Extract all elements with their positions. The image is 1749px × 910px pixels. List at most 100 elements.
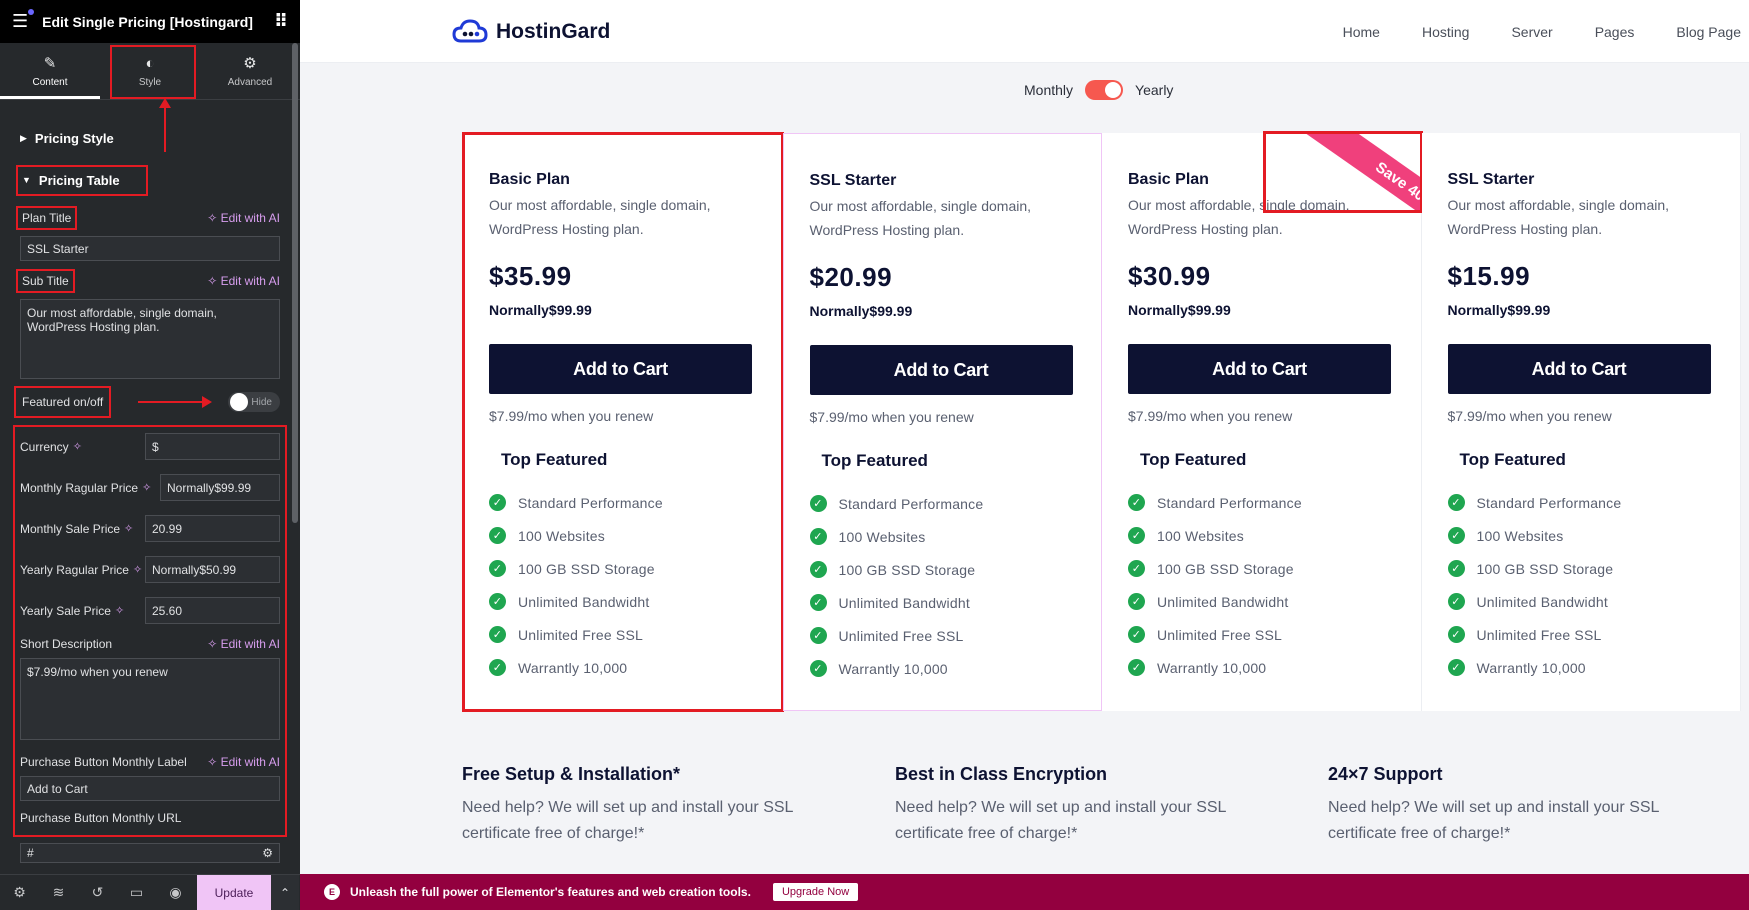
pricing-card[interactable]: SSL Starter Our most affordable, single d… xyxy=(1421,133,1741,711)
currency-input[interactable]: $ xyxy=(145,433,280,460)
monthly-regular-price-row: Monthly Ragular Price ✧ Normally$99.99 xyxy=(20,474,280,501)
responsive-icon[interactable]: ▭ xyxy=(117,884,156,901)
monthly-sale-price-input[interactable]: 20.99 xyxy=(145,515,280,542)
feature-label: 100 Websites xyxy=(518,527,605,544)
feature-item: ✓ 100 Websites xyxy=(1128,519,1395,552)
monthly-regular-price-input[interactable]: Normally$99.99 xyxy=(160,474,280,501)
featured-toggle[interactable]: Hide xyxy=(227,392,280,412)
upgrade-now-button[interactable]: Upgrade Now xyxy=(772,883,859,901)
feature-label: Warrantly 10,000 xyxy=(1476,659,1586,676)
billing-monthly-label: Monthly xyxy=(1024,82,1074,98)
feature-label: 100 Websites xyxy=(1476,527,1564,544)
plan-price: $15.99 xyxy=(1447,261,1531,291)
editor-panel: ☰ Edit Single Pricing [Hostingard] ⠿ ✎ C… xyxy=(0,0,300,910)
edit-with-ai-label: Edit with AI xyxy=(220,637,280,651)
purchase-label-input[interactable]: Add to Cart xyxy=(20,776,280,801)
purchase-label-row: Purchase Button Monthly Label ✧ Edit wit… xyxy=(20,752,280,772)
annotation-arrow-up xyxy=(159,98,171,152)
short-description-row: Short Description ✧ Edit with AI xyxy=(20,634,280,654)
ai-sparkle-icon[interactable]: ✧ xyxy=(115,604,124,617)
check-circle-icon: ✓ xyxy=(1128,494,1145,511)
purchase-url-input[interactable]: # ⚙ xyxy=(20,843,280,863)
ai-sparkle-icon[interactable]: ✧ xyxy=(142,481,151,494)
feature-label: 100 Websites xyxy=(1157,527,1244,544)
nav-item-pages[interactable]: Pages xyxy=(1595,24,1635,40)
tab-advanced[interactable]: ⚙ Advanced xyxy=(200,43,300,99)
feature-item: ✓ 100 GB SSD Storage xyxy=(1128,552,1395,585)
featured-row: Featured on/off Hide xyxy=(14,385,280,419)
check-circle-icon: ✓ xyxy=(809,528,827,545)
feature-label: Unlimited Free SSL xyxy=(1157,626,1282,643)
benefit-title: Best in Class Encryption xyxy=(895,764,1108,784)
edit-with-ai-link[interactable]: ✧ Edit with AI xyxy=(207,211,280,225)
sub-title-textarea[interactable]: Our most affordable, single domain, Word… xyxy=(20,299,280,379)
section-pricing-table-box: ▼ Pricing Table xyxy=(16,164,148,196)
billing-switch[interactable] xyxy=(1085,80,1124,100)
feature-item: ✓ 100 GB SSD Storage xyxy=(489,552,756,585)
feature-label: Unlimited Bandwidht xyxy=(518,593,650,610)
plan-title-control: Plan Title ✧ Edit with AI SSL Starter xyxy=(0,206,300,261)
widgets-grid-icon[interactable]: ⠿ xyxy=(274,11,288,32)
update-button[interactable]: Update xyxy=(197,874,271,910)
link-options-gear-icon[interactable]: ⚙ xyxy=(262,846,273,860)
feature-label: Warrantly 10,000 xyxy=(518,659,628,676)
layers-icon[interactable]: ≋ xyxy=(39,884,78,901)
tab-advanced-label: Advanced xyxy=(227,77,273,88)
main-nav: Home Hosting Server Pages Blog Page xyxy=(1343,24,1741,40)
check-circle-icon: ✓ xyxy=(1128,593,1145,610)
yearly-sale-price-input[interactable]: 25.60 xyxy=(145,597,280,624)
hamburger-menu-icon[interactable]: ☰ xyxy=(12,9,35,32)
nav-item-server[interactable]: Server xyxy=(1511,24,1552,40)
feature-label: Unlimited Free SSL xyxy=(838,627,964,644)
ai-sparkle-icon[interactable]: ✧ xyxy=(73,440,82,453)
chevron-up-icon[interactable]: ⌃ xyxy=(271,874,299,910)
nav-item-home[interactable]: Home xyxy=(1343,24,1380,40)
pricing-card[interactable]: Save 40% Basic Plan Our most affordable, s… xyxy=(1102,131,1423,711)
check-circle-icon: ✓ xyxy=(489,527,506,544)
ai-sparkle-icon[interactable]: ✧ xyxy=(124,522,133,535)
section-pricing-table[interactable]: ▼ Pricing Table xyxy=(0,162,300,198)
add-to-cart-button[interactable]: Add to Cart xyxy=(809,345,1073,395)
tab-content[interactable]: ✎ Content xyxy=(0,43,100,99)
check-circle-icon: ✓ xyxy=(1447,560,1465,577)
billing-yearly-label: Yearly xyxy=(1135,82,1174,98)
edit-with-ai-label: Edit with AI xyxy=(220,211,280,225)
check-circle-icon: ✓ xyxy=(1447,593,1465,610)
purchase-url-control: # ⚙ xyxy=(0,843,300,863)
settings-gear-icon[interactable]: ⚙ xyxy=(0,884,39,901)
purchase-url-value: # xyxy=(27,846,34,860)
tab-style[interactable]: ◐ Style xyxy=(100,43,200,99)
edit-with-ai-link[interactable]: ✧ Edit with AI xyxy=(207,755,280,769)
edit-with-ai-link[interactable]: ✧ Edit with AI xyxy=(207,637,280,651)
feature-item: ✓ Unlimited Free SSL xyxy=(1128,618,1395,651)
editor-header: ☰ Edit Single Pricing [Hostingard] ⠿ xyxy=(0,0,300,43)
history-icon[interactable]: ↺ xyxy=(78,884,117,901)
ai-sparkle-icon[interactable]: ✧ xyxy=(133,563,142,576)
pricing-card[interactable]: Basic Plan Our most affordable, single do… xyxy=(462,132,784,712)
edit-with-ai-label: Edit with AI xyxy=(220,274,280,288)
feature-label: Standard Performance xyxy=(1157,494,1302,511)
monthly-regular-price-label: Monthly Ragular Price xyxy=(20,480,139,495)
yearly-regular-price-input[interactable]: Normally$50.99 xyxy=(145,556,280,583)
feature-item: ✓ Unlimited Free SSL xyxy=(809,619,1076,652)
panel-scrollbar[interactable] xyxy=(292,43,298,523)
renew-note: $7.99/mo when you renew xyxy=(809,409,974,425)
add-to-cart-button[interactable]: Add to Cart xyxy=(1447,344,1711,394)
add-to-cart-button[interactable]: Add to Cart xyxy=(489,344,752,394)
site-logo[interactable]: HostinGard xyxy=(452,19,610,45)
plan-title-input[interactable]: SSL Starter xyxy=(20,236,280,261)
section-pricing-style[interactable]: ▶ Pricing Style xyxy=(0,114,300,162)
edit-with-ai-link[interactable]: ✧ Edit with AI xyxy=(207,274,280,288)
plan-subtitle: Our most affordable, single domain, Word… xyxy=(489,197,711,237)
nav-item-hosting[interactable]: Hosting xyxy=(1422,24,1469,40)
add-to-cart-button[interactable]: Add to Cart xyxy=(1128,344,1391,394)
preview-eye-icon[interactable]: ◉ xyxy=(156,884,195,901)
check-circle-icon: ✓ xyxy=(1128,527,1145,544)
pricing-cards: Basic Plan Our most affordable, single do… xyxy=(462,131,1741,712)
nav-item-blog[interactable]: Blog Page xyxy=(1676,24,1741,40)
feature-item: ✓ Unlimited Bandwidht xyxy=(1128,585,1395,618)
pricing-card[interactable]: SSL Starter Our most affordable, single d… xyxy=(782,133,1102,711)
short-description-textarea[interactable]: $7.99/mo when you renew xyxy=(20,658,280,740)
monthly-sale-price-label: Monthly Sale Price xyxy=(20,521,121,536)
feature-label: Unlimited Free SSL xyxy=(518,626,643,643)
